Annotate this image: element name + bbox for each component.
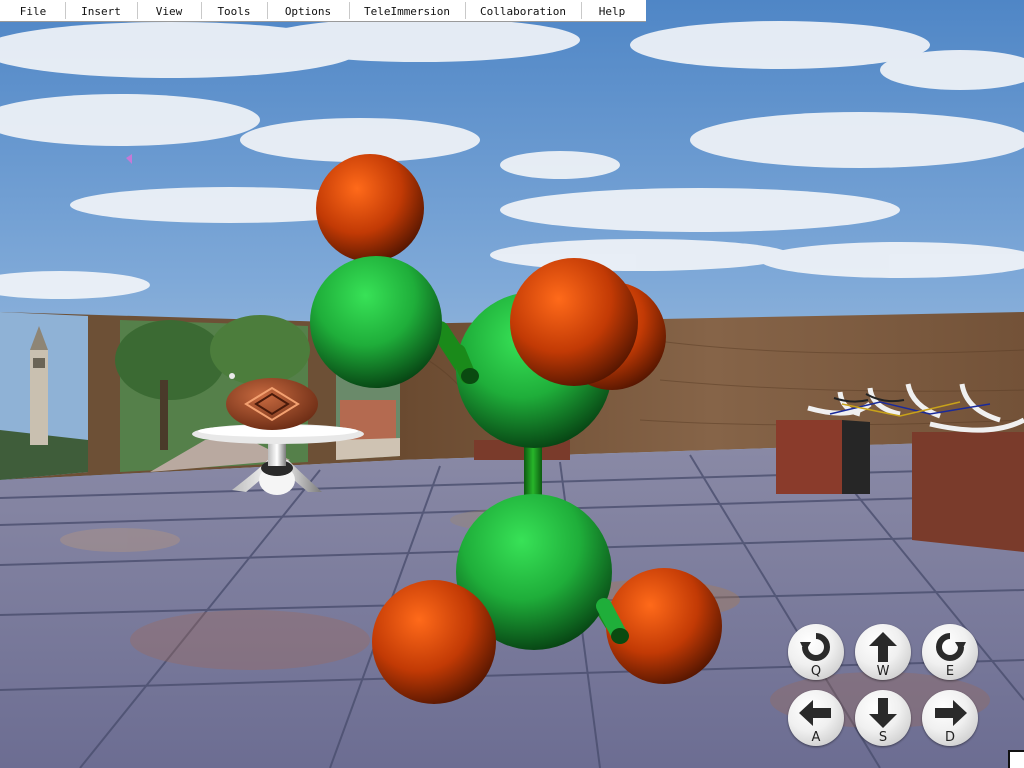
- move-forward-button[interactable]: W: [855, 624, 911, 680]
- move-back-button[interactable]: S: [855, 690, 911, 746]
- menu-insert[interactable]: Insert: [68, 0, 134, 21]
- move-right-button[interactable]: D: [922, 690, 978, 746]
- menu-tools[interactable]: Tools: [204, 0, 264, 21]
- key-label: E: [945, 664, 955, 679]
- menu-collaboration[interactable]: Collaboration: [468, 0, 578, 21]
- rotate-left-button[interactable]: Q: [788, 624, 844, 680]
- menu-options[interactable]: Options: [270, 0, 346, 21]
- key-label: D: [944, 730, 955, 745]
- menu-separator: [65, 2, 66, 19]
- key-label: A: [811, 730, 821, 745]
- arrow-right-icon: [935, 700, 967, 726]
- rotate-right-button[interactable]: E: [922, 624, 978, 680]
- campanile-photo-panel: [0, 312, 88, 480]
- menu-view[interactable]: View: [140, 0, 198, 21]
- menu-separator: [349, 2, 350, 19]
- atom-green-upper-left[interactable]: [310, 256, 442, 388]
- key-label: S: [878, 730, 888, 745]
- rotate-right-icon: [936, 633, 966, 661]
- atom-red-upper-right[interactable]: [510, 258, 638, 386]
- key-label: W: [876, 664, 890, 679]
- arrow-left-icon: [799, 700, 831, 726]
- menu-teleimmersion[interactable]: TeleImmersion: [352, 0, 462, 21]
- arrow-up-icon: [869, 632, 897, 662]
- arrow-down-icon: [869, 698, 897, 728]
- menu-help[interactable]: Help: [584, 0, 640, 21]
- menu-separator: [267, 2, 268, 19]
- menu-bar: File Insert View Tools Options TeleImmer…: [0, 0, 646, 22]
- menu-separator: [465, 2, 466, 19]
- menu-separator: [201, 2, 202, 19]
- menu-file[interactable]: File: [4, 0, 62, 21]
- rotate-left-icon: [800, 633, 830, 661]
- resize-corner[interactable]: [1008, 750, 1024, 768]
- key-label: Q: [810, 664, 822, 679]
- move-left-button[interactable]: A: [788, 690, 844, 746]
- menu-separator: [137, 2, 138, 19]
- atom-red-lower-left[interactable]: [372, 580, 496, 704]
- menu-separator: [581, 2, 582, 19]
- atom-red-top[interactable]: [316, 154, 424, 262]
